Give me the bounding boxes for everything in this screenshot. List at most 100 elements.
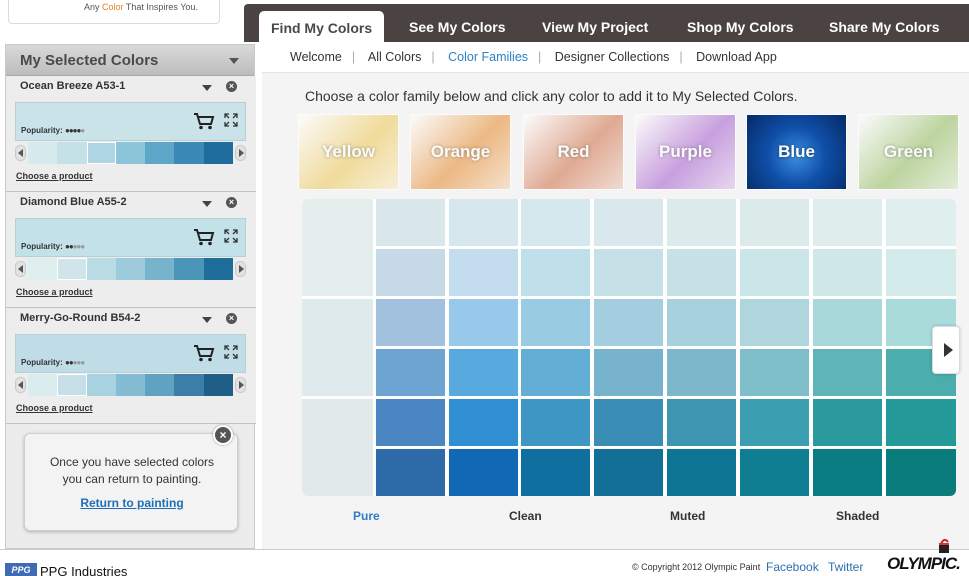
color-chip[interactable]: [740, 449, 809, 496]
close-icon[interactable]: ×: [213, 425, 233, 445]
chevron-right-icon[interactable]: [235, 261, 246, 277]
strip-swatch[interactable]: [28, 142, 58, 164]
column-label-shaded[interactable]: Shaded: [836, 509, 879, 523]
color-chip[interactable]: [667, 299, 736, 346]
close-icon[interactable]: ×: [226, 197, 237, 208]
color-chip[interactable]: [594, 349, 663, 396]
color-chip[interactable]: [740, 199, 809, 246]
color-chip[interactable]: [521, 199, 590, 246]
tab-shop-my-colors[interactable]: Shop My Colors: [687, 19, 794, 35]
color-family-yellow[interactable]: Yellow: [298, 114, 399, 190]
color-family-purple[interactable]: Purple: [635, 114, 736, 190]
choose-product-link[interactable]: Choose a product: [16, 403, 93, 413]
expand-icon[interactable]: [224, 229, 238, 243]
shopping-cart-icon[interactable]: [193, 112, 215, 130]
subnav-download-app[interactable]: Download App: [696, 50, 777, 64]
color-chip[interactable]: [813, 449, 882, 496]
choose-product-link[interactable]: Choose a product: [16, 171, 93, 181]
expand-icon[interactable]: [224, 113, 238, 127]
strip-swatch[interactable]: [174, 374, 204, 396]
tab-share-my-colors[interactable]: Share My Colors: [829, 19, 939, 35]
strip-swatch[interactable]: [86, 258, 116, 280]
strip-swatch[interactable]: [145, 142, 175, 164]
tab-find-my-colors[interactable]: Find My Colors: [259, 11, 385, 44]
color-chip[interactable]: [521, 249, 590, 296]
strip-swatch[interactable]: [203, 374, 233, 396]
color-chip[interactable]: [376, 449, 445, 496]
color-chip[interactable]: [376, 249, 445, 296]
shopping-cart-icon[interactable]: [193, 228, 215, 246]
choose-product-link[interactable]: Choose a product: [16, 287, 93, 297]
color-chip[interactable]: [667, 399, 736, 446]
subnav-designer-collections[interactable]: Designer Collections: [555, 50, 670, 64]
strip-swatch[interactable]: [57, 142, 87, 164]
strip-swatch[interactable]: [174, 142, 204, 164]
color-swatch[interactable]: Popularity: ●●●●●: [15, 218, 246, 257]
column-label-clean[interactable]: Clean: [509, 509, 542, 523]
chevron-left-icon[interactable]: [15, 145, 26, 161]
color-chip[interactable]: [376, 349, 445, 396]
chevron-right-icon[interactable]: [235, 377, 246, 393]
strip-swatch[interactable]: [28, 258, 58, 280]
expand-icon[interactable]: [224, 345, 238, 359]
color-chip[interactable]: [886, 449, 956, 496]
color-chip[interactable]: [449, 349, 518, 396]
color-chip[interactable]: [594, 299, 663, 346]
color-chip[interactable]: [667, 449, 736, 496]
strip-swatch[interactable]: [86, 142, 116, 164]
color-family-green[interactable]: Green: [858, 114, 959, 190]
facebook-link[interactable]: Facebook: [766, 560, 819, 574]
color-family-blue[interactable]: Blue: [746, 114, 847, 190]
color-chip[interactable]: [813, 249, 882, 296]
strip-swatch[interactable]: [115, 374, 146, 396]
strip-swatch[interactable]: [145, 374, 175, 396]
close-icon[interactable]: ×: [226, 81, 237, 92]
color-chip[interactable]: [376, 299, 445, 346]
chevron-down-icon[interactable]: [229, 58, 239, 64]
tab-see-my-colors[interactable]: See My Colors: [409, 19, 505, 35]
chevron-left-icon[interactable]: [15, 377, 26, 393]
subnav-all-colors[interactable]: All Colors: [368, 50, 422, 64]
twitter-link[interactable]: Twitter: [828, 560, 863, 574]
subnav-color-families[interactable]: Color Families: [448, 50, 528, 64]
color-family-red[interactable]: Red: [523, 114, 624, 190]
strip-swatch[interactable]: [86, 374, 116, 396]
color-chip[interactable]: [449, 449, 518, 496]
color-chip[interactable]: [449, 299, 518, 346]
chevron-left-icon[interactable]: [15, 261, 26, 277]
color-chip[interactable]: [449, 199, 518, 246]
color-chip[interactable]: [813, 399, 882, 446]
color-swatch[interactable]: Popularity: ●●●●●: [15, 102, 246, 141]
chevron-down-icon[interactable]: [202, 201, 212, 207]
strip-swatch[interactable]: [203, 142, 233, 164]
color-chip[interactable]: [521, 349, 590, 396]
color-swatch[interactable]: Popularity: ●●●●●: [15, 334, 246, 373]
panel-header[interactable]: My Selected Colors: [6, 45, 254, 76]
color-chip[interactable]: [667, 249, 736, 296]
color-chip[interactable]: [302, 399, 373, 496]
color-chip[interactable]: [302, 199, 373, 296]
color-chip[interactable]: [594, 399, 663, 446]
chevron-right-icon[interactable]: [235, 145, 246, 161]
column-label-muted[interactable]: Muted: [670, 509, 705, 523]
color-chip[interactable]: [740, 399, 809, 446]
strip-swatch[interactable]: [174, 258, 204, 280]
next-page-arrow[interactable]: [932, 326, 960, 374]
strip-swatch[interactable]: [203, 258, 233, 280]
subnav-welcome[interactable]: Welcome: [290, 50, 342, 64]
color-chip[interactable]: [740, 249, 809, 296]
strip-swatch[interactable]: [28, 374, 58, 396]
color-chip[interactable]: [667, 349, 736, 396]
color-family-orange[interactable]: Orange: [410, 114, 511, 190]
color-chip[interactable]: [594, 199, 663, 246]
color-chip[interactable]: [813, 349, 882, 396]
shopping-cart-icon[interactable]: [193, 344, 215, 362]
color-chip[interactable]: [521, 399, 590, 446]
strip-swatch[interactable]: [57, 258, 87, 280]
color-chip[interactable]: [376, 399, 445, 446]
color-chip[interactable]: [449, 249, 518, 296]
color-chip[interactable]: [740, 299, 809, 346]
color-chip[interactable]: [521, 299, 590, 346]
color-chip[interactable]: [594, 249, 663, 296]
tab-view-my-project[interactable]: View My Project: [542, 19, 648, 35]
